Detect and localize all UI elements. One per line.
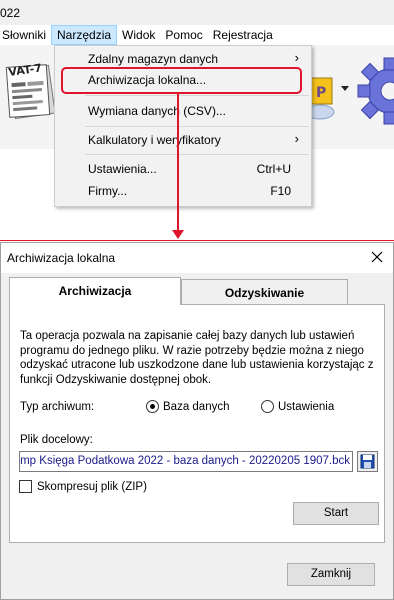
connector-arrow-icon [172, 230, 184, 239]
dialog-title-bar: Archiwizacja lokalna [1, 243, 393, 273]
application-window: 022 Słowniki Narzędzia Widok Pomoc Rejes… [0, 0, 394, 230]
radio-selected-icon[interactable] [146, 400, 159, 413]
radio-unselected-icon[interactable] [261, 400, 274, 413]
menu-rejestracja[interactable]: Rejestracja [208, 25, 278, 45]
menu-item-label: Kalkulatory i weryfikatory [88, 133, 221, 147]
p-icon-label: P [316, 85, 326, 101]
tab-panel: Ta operacja pozwala na zapisanie całej b… [9, 304, 385, 543]
vat-7-document-icon[interactable]: VAT-7 [4, 58, 58, 120]
menu-item-label: Zdalny magazyn danych [88, 52, 219, 66]
gear-icon[interactable] [356, 56, 394, 126]
menu-item-wymiana-danych[interactable]: Wymiana danych (CSV)... [55, 100, 311, 122]
highlight-box [61, 67, 302, 94]
close-button[interactable]: Zamknij [287, 563, 375, 586]
radio-baza-danych[interactable]: Baza danych [146, 400, 230, 413]
checkbox-box[interactable] [19, 480, 32, 493]
window-title-fragment: 022 [0, 6, 21, 20]
close-icon[interactable] [369, 249, 385, 265]
menu-item-ustawienia[interactable]: Ustawienia... Ctrl+U [55, 158, 311, 180]
description-line: programu do jednego pliku. W razie potrz… [20, 344, 364, 357]
menu-separator [85, 126, 309, 127]
compress-checkbox[interactable]: Skompresuj plik (ZIP) [19, 480, 147, 493]
menu-slowniki[interactable]: Słowniki [0, 25, 51, 45]
menu-item-kalkulatory[interactable]: Kalkulatory i weryfikatory › [55, 129, 311, 151]
menu-narzedzia[interactable]: Narzędzia [51, 25, 118, 45]
connector-line [177, 94, 179, 230]
menu-widok[interactable]: Widok [117, 25, 160, 45]
target-file-value: Komp Księga Podatkowa 2022 - baza danych… [19, 455, 350, 467]
tab-odzyskiwanie[interactable]: Odzyskiwanie [181, 279, 348, 305]
start-button[interactable]: Start [293, 502, 379, 525]
menu-item-label: Ustawienia... [88, 162, 157, 176]
description-line: Ta operacja pozwala na zapisanie całej b… [20, 330, 355, 342]
compress-label: Skompresuj plik (ZIP) [37, 480, 147, 493]
menu-item-firmy[interactable]: Firmy... F10 [55, 180, 311, 202]
dropdown-arrow-icon[interactable] [340, 84, 350, 92]
menu-item-label: Firmy... [88, 184, 128, 198]
menu-separator [85, 95, 309, 96]
menu-pomoc[interactable]: Pomoc [160, 25, 207, 45]
description-line: odzyskać utracone lub uszkodzone dane lu… [20, 359, 374, 371]
separator-line [0, 240, 394, 241]
submenu-arrow-icon: › [294, 131, 299, 146]
description-line: funkcji Odzyskiwanie dostępnej obok. [20, 373, 212, 386]
radio-label: Baza danych [163, 400, 230, 413]
menu-separator [85, 154, 309, 155]
menu-item-label: Wymiana danych (CSV)... [88, 104, 226, 118]
menu-bar: Słowniki Narzędzia Widok Pomoc Rejestrac… [0, 25, 394, 45]
submenu-arrow-icon: › [294, 50, 299, 65]
description-text: Ta operacja pozwala na zapisanie całej b… [20, 329, 376, 387]
radio-ustawienia[interactable]: Ustawienia [261, 400, 334, 413]
menu-item-shortcut: F10 [270, 184, 291, 198]
browse-save-button[interactable] [357, 451, 378, 472]
radio-label: Ustawienia [278, 400, 335, 413]
tab-archiwizacja[interactable]: Archiwizacja [9, 277, 181, 305]
dialog-title: Archiwizacja lokalna [7, 251, 116, 265]
target-file-input[interactable]: Komp Księga Podatkowa 2022 - baza danych… [19, 451, 353, 472]
archiwizacja-dialog: Archiwizacja lokalna Archiwizacja Odzysk… [0, 242, 394, 600]
menu-item-shortcut: Ctrl+U [256, 162, 291, 176]
target-file-label: Plik docelowy: [20, 434, 93, 446]
archive-type-label: Typ archiwum: [20, 401, 95, 413]
floppy-disk-icon [360, 454, 375, 469]
